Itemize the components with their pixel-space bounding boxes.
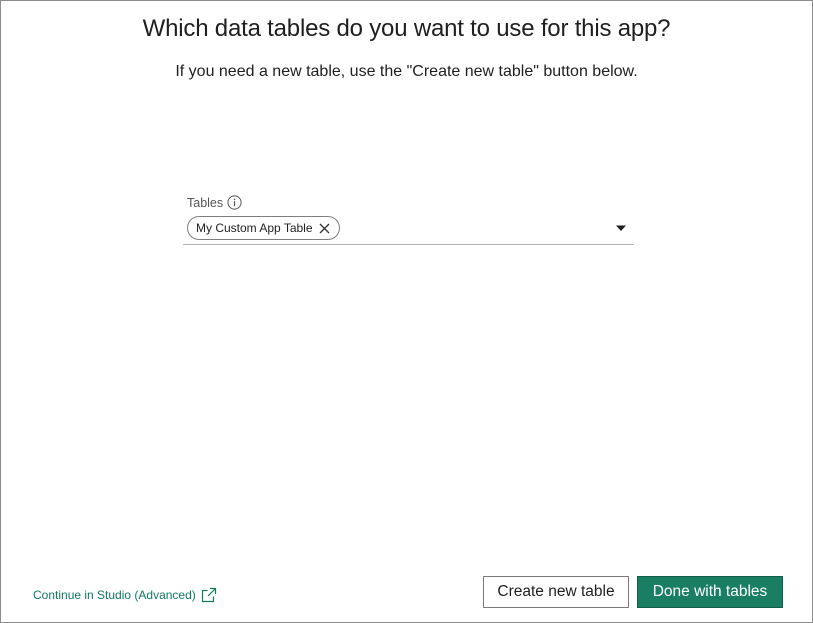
create-new-table-button[interactable]: Create new table bbox=[483, 576, 629, 608]
dialog-title: Which data tables do you want to use for… bbox=[142, 15, 671, 42]
close-icon[interactable] bbox=[319, 222, 331, 234]
tables-label-row: Tables bbox=[187, 194, 634, 211]
continue-in-studio-link[interactable]: Continue in Studio (Advanced) bbox=[33, 587, 217, 603]
selected-table-chip[interactable]: My Custom App Table bbox=[187, 216, 340, 240]
dialog-subtitle: If you need a new table, use the "Create… bbox=[175, 63, 638, 80]
table-selection-dialog: Which data tables do you want to use for… bbox=[0, 0, 813, 623]
studio-link-label: Continue in Studio (Advanced) bbox=[33, 588, 196, 602]
info-icon[interactable] bbox=[227, 195, 242, 210]
chip-label: My Custom App Table bbox=[196, 221, 313, 235]
caret-down-icon[interactable] bbox=[614, 221, 628, 235]
tables-multiselect[interactable]: My Custom App Table bbox=[183, 216, 634, 245]
done-with-tables-button[interactable]: Done with tables bbox=[637, 576, 783, 608]
external-link-icon bbox=[201, 587, 217, 603]
tables-label: Tables bbox=[187, 195, 224, 210]
tables-field: Tables My Custom App Table bbox=[183, 194, 634, 245]
